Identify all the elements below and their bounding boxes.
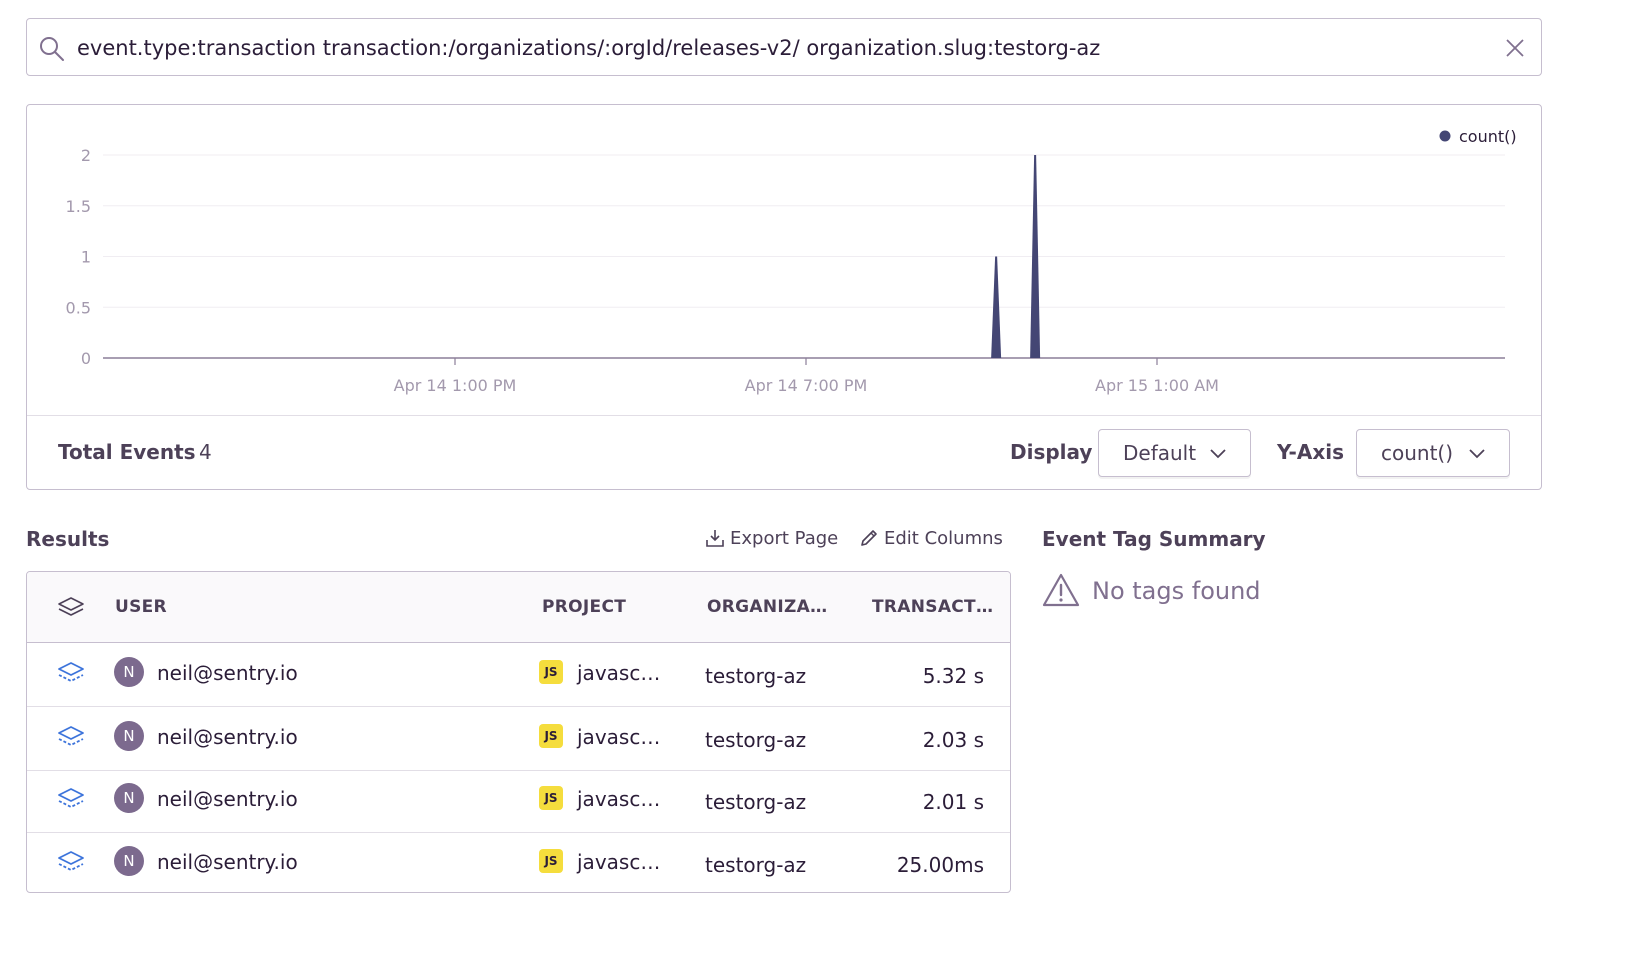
javascript-icon: JS (539, 849, 563, 873)
y-tick-label: 2 (81, 146, 91, 165)
results-table: USER PROJECT ORGANIZA… TRANSACT… N neil@… (26, 571, 1011, 893)
user-cell[interactable]: neil@sentry.io (157, 832, 298, 892)
y-tick-label: 1.5 (66, 197, 91, 216)
open-event-icon[interactable] (57, 725, 85, 751)
table-row: N neil@sentry.io JS javasc… testorg-az 2… (27, 769, 1010, 833)
export-page-button[interactable]: Export Page (706, 528, 838, 549)
search-bar[interactable]: event.type:transaction transaction:/orga… (26, 18, 1542, 76)
display-dropdown[interactable]: Default (1098, 429, 1251, 477)
column-header-project[interactable]: PROJECT (542, 572, 626, 642)
project-cell[interactable]: javasc… (577, 707, 660, 767)
chevron-down-icon (1469, 449, 1485, 459)
javascript-icon: JS (539, 660, 563, 684)
y-axis-dropdown[interactable]: count() (1356, 429, 1510, 477)
project-cell[interactable]: javasc… (577, 643, 660, 703)
javascript-icon: JS (539, 724, 563, 748)
duration-cell: 5.32 s (922, 664, 984, 688)
table-row: N neil@sentry.io JS javasc… testorg-az 5… (27, 643, 1010, 707)
avatar: N (114, 721, 144, 751)
project-cell[interactable]: javasc… (577, 769, 660, 829)
edit-columns-label: Edit Columns (884, 528, 1003, 549)
x-tick-label: Apr 14 1:00 PM (394, 376, 517, 395)
legend-marker (1439, 130, 1451, 142)
y-axis-dropdown-value: count() (1381, 441, 1454, 465)
stack-icon (58, 597, 84, 616)
column-header-transaction-duration[interactable]: TRANSACT… (872, 572, 993, 642)
javascript-icon: JS (539, 786, 563, 810)
display-dropdown-value: Default (1123, 441, 1197, 465)
search-input[interactable]: event.type:transaction transaction:/orga… (77, 19, 1100, 77)
total-events-value: 4 (199, 440, 212, 464)
no-tags-text: No tags found (1092, 577, 1261, 605)
table-row: N neil@sentry.io JS javasc… testorg-az 2… (27, 707, 1010, 771)
y-tick-label: 0.5 (66, 298, 91, 317)
event-count-chart: 2 1.5 1 0.5 0 Apr 14 1:00 PM Apr 14 7:00 PM Apr… (66, 127, 1517, 395)
event-tag-summary-title: Event Tag Summary (1042, 527, 1266, 551)
organization-cell[interactable]: testorg-az (705, 772, 806, 832)
project-cell[interactable]: javasc… (577, 832, 660, 892)
avatar: N (114, 783, 144, 813)
x-tick-label: Apr 15 1:00 AM (1095, 376, 1219, 395)
search-icon (40, 37, 64, 61)
organization-cell[interactable]: testorg-az (705, 835, 806, 892)
results-title: Results (26, 527, 110, 551)
duration-cell: 2.03 s (922, 728, 984, 752)
chart-footer: Total Events 4 Display Default Y-Axis co… (27, 415, 1541, 489)
column-header-user[interactable]: USER (115, 572, 167, 642)
export-page-label: Export Page (730, 528, 839, 549)
table-row: N neil@sentry.io JS javasc… testorg-az 2… (27, 832, 1010, 892)
y-tick-label: 1 (81, 248, 91, 267)
user-cell[interactable]: neil@sentry.io (157, 769, 298, 829)
legend-label: count() (1459, 127, 1517, 146)
y-axis-label: Y-Axis (1277, 440, 1344, 464)
x-tick-label: Apr 14 7:00 PM (745, 376, 868, 395)
avatar: N (114, 657, 144, 687)
column-header-organization[interactable]: ORGANIZA… (707, 572, 827, 642)
organization-cell[interactable]: testorg-az (705, 646, 806, 706)
duration-cell: 2.01 s (922, 790, 984, 814)
open-event-icon[interactable] (57, 661, 85, 687)
open-event-icon[interactable] (57, 850, 85, 876)
download-icon (706, 530, 724, 547)
chart-panel: 2 1.5 1 0.5 0 Apr 14 1:00 PM Apr 14 7:00 PM Apr… (26, 104, 1542, 490)
pencil-icon (861, 530, 877, 546)
user-cell[interactable]: neil@sentry.io (157, 707, 298, 767)
total-events-label: Total Events (58, 440, 196, 464)
duration-cell: 25.00ms (896, 853, 984, 877)
no-tags-message: No tags found (1042, 573, 1261, 607)
avatar: N (114, 846, 144, 876)
user-cell[interactable]: neil@sentry.io (157, 643, 298, 703)
chevron-down-icon (1210, 449, 1226, 459)
y-tick-label: 0 (81, 349, 91, 368)
open-event-icon[interactable] (57, 787, 85, 813)
organization-cell[interactable]: testorg-az (705, 710, 806, 770)
warning-icon (1042, 573, 1080, 607)
edit-columns-button[interactable]: Edit Columns (860, 528, 1003, 549)
table-header: USER PROJECT ORGANIZA… TRANSACT… (27, 572, 1010, 643)
close-icon[interactable] (1505, 38, 1525, 58)
display-label: Display (1010, 440, 1093, 464)
